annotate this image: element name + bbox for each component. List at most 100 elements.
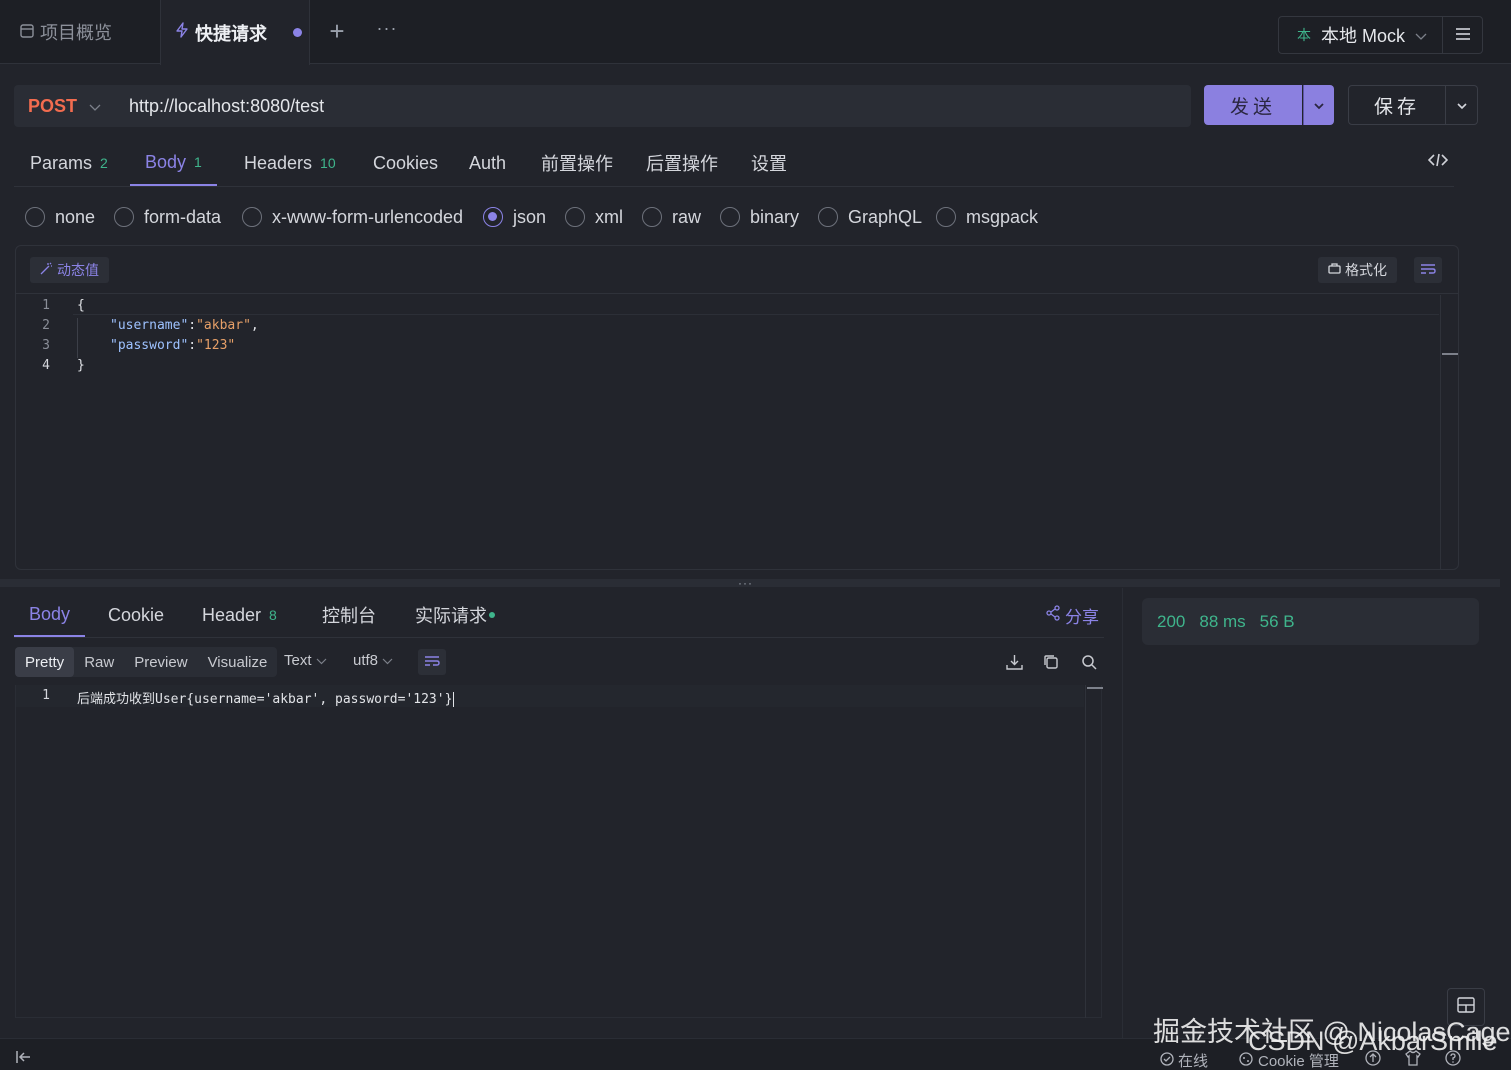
share-icon bbox=[1045, 605, 1061, 626]
tab-post-actions[interactable]: 后置操作 bbox=[646, 140, 718, 186]
tab-pre-actions[interactable]: 前置操作 bbox=[541, 140, 613, 186]
radio-binary[interactable]: binary bbox=[720, 204, 799, 230]
radio-json[interactable]: json bbox=[483, 204, 546, 230]
tab-resp-body[interactable]: Body bbox=[14, 593, 86, 637]
divider bbox=[1122, 588, 1123, 1038]
json-colon: : bbox=[188, 318, 197, 333]
view-visualize[interactable]: Visualize bbox=[198, 647, 278, 677]
radio-none[interactable]: none bbox=[25, 204, 95, 230]
radio-msgpack[interactable]: msgpack bbox=[936, 204, 1038, 230]
radio-label: form-data bbox=[144, 206, 222, 227]
word-wrap-button[interactable] bbox=[418, 649, 446, 675]
tab-project-overview[interactable]: 项目概览 bbox=[0, 0, 158, 64]
tab-auth[interactable]: Auth bbox=[469, 140, 506, 186]
tab-body[interactable]: Body 1 bbox=[130, 140, 217, 186]
tab-label: Body bbox=[29, 603, 71, 624]
tab-quick-request[interactable]: 快捷请求 bbox=[160, 0, 310, 65]
tab-count: 2 bbox=[100, 155, 108, 171]
code-line-4: } bbox=[77, 358, 85, 373]
format-button[interactable]: 格式化 bbox=[1318, 257, 1397, 283]
tab-count: 10 bbox=[320, 155, 336, 171]
tab-label: Auth bbox=[469, 152, 507, 173]
more-tabs-button[interactable]: ··· bbox=[372, 18, 402, 46]
format-label: 格式化 bbox=[1345, 262, 1387, 278]
view-preview[interactable]: Preview bbox=[124, 647, 197, 677]
save-button[interactable]: 保存 bbox=[1348, 85, 1446, 125]
tab-resp-header[interactable]: Header 8 bbox=[202, 593, 277, 637]
chevron-down-icon bbox=[382, 652, 393, 669]
online-label: 在线 bbox=[1178, 1053, 1209, 1070]
wrap-icon bbox=[1420, 260, 1436, 280]
dynamic-value-label: 动态值 bbox=[57, 262, 99, 278]
scroll-thumb[interactable] bbox=[1442, 353, 1458, 355]
scroll-thumb[interactable] bbox=[1087, 687, 1103, 689]
tab-actual-request[interactable]: 实际请求 bbox=[415, 593, 495, 637]
format-select[interactable]: Text bbox=[284, 652, 327, 669]
tab-headers[interactable]: Headers 10 bbox=[244, 140, 336, 186]
environment-select[interactable]: 本 本地 Mock bbox=[1278, 16, 1443, 54]
radio-form-data[interactable]: form-data bbox=[114, 204, 221, 230]
status-dot bbox=[489, 612, 495, 618]
response-time: 88 ms bbox=[1199, 611, 1246, 631]
send-options-button[interactable] bbox=[1303, 85, 1334, 125]
radio-xml[interactable]: xml bbox=[565, 204, 623, 230]
copy-icon[interactable] bbox=[1041, 652, 1061, 672]
text-cursor bbox=[453, 692, 455, 707]
lightning-icon bbox=[175, 22, 189, 43]
response-scrollbar[interactable] bbox=[1085, 685, 1103, 1018]
radio-circle-icon bbox=[242, 207, 262, 227]
share-label: 分享 bbox=[1065, 608, 1099, 627]
tab-label: 设置 bbox=[751, 154, 787, 174]
check-circle-icon bbox=[1160, 1051, 1174, 1070]
json-value: "akbar" bbox=[196, 318, 251, 333]
radio-circle-icon bbox=[565, 207, 585, 227]
view-pretty[interactable]: Pretty bbox=[15, 647, 75, 677]
radio-graphql[interactable]: GraphQL bbox=[818, 204, 922, 230]
tab-cookies[interactable]: Cookies bbox=[373, 140, 438, 186]
dynamic-value-button[interactable]: 动态值 bbox=[30, 257, 109, 283]
line-number: 1 bbox=[42, 298, 50, 313]
tab-settings[interactable]: 设置 bbox=[751, 140, 787, 186]
tab-console[interactable]: 控制台 bbox=[322, 593, 376, 637]
share-button[interactable]: 分享 bbox=[1045, 603, 1099, 628]
radio-raw[interactable]: raw bbox=[642, 204, 701, 230]
format-select-label: Text bbox=[284, 652, 312, 669]
response-content: 后端成功收到User{username='akbar', password='1… bbox=[77, 692, 453, 707]
encoding-select[interactable]: utf8 bbox=[353, 652, 393, 669]
tab-label: 后置操作 bbox=[646, 154, 718, 174]
line-number: 2 bbox=[42, 318, 50, 333]
download-icon[interactable] bbox=[1004, 652, 1024, 672]
send-button[interactable]: 发送 bbox=[1204, 85, 1302, 125]
search-icon[interactable] bbox=[1079, 652, 1099, 672]
method-select[interactable]: POST bbox=[14, 96, 114, 117]
response-body-viewer[interactable]: 1 后端成功收到User{username='akbar', password=… bbox=[15, 685, 1103, 1018]
status-code: 200 bbox=[1157, 611, 1186, 631]
chevron-down-icon bbox=[1415, 25, 1427, 46]
editor-scrollbar[interactable] bbox=[1440, 295, 1458, 570]
json-comma: , bbox=[250, 318, 259, 333]
word-wrap-button[interactable] bbox=[1414, 257, 1442, 283]
body-editor[interactable]: 动态值 格式化 1 2 3 4 { "username":"akbar", "p… bbox=[15, 245, 1459, 570]
tab-count: 8 bbox=[269, 607, 277, 623]
url-input[interactable] bbox=[129, 95, 1129, 117]
drag-handle-icon[interactable]: ··· bbox=[738, 576, 753, 590]
indent-guide bbox=[77, 318, 78, 358]
tab-resp-cookie[interactable]: Cookie bbox=[108, 593, 164, 637]
menu-button[interactable] bbox=[1443, 16, 1483, 54]
radio-circle-icon bbox=[818, 207, 838, 227]
add-tab-button[interactable]: + bbox=[322, 18, 352, 46]
response-tabs: Body Cookie Header 8 控制台 实际请求 bbox=[14, 593, 1104, 638]
radio-label: json bbox=[513, 206, 547, 227]
response-size: 56 B bbox=[1259, 611, 1295, 631]
radio-label: none bbox=[55, 206, 96, 227]
tab-params[interactable]: Params 2 bbox=[30, 140, 108, 186]
online-status[interactable]: 在线 bbox=[1160, 1050, 1208, 1070]
collapse-sidebar-icon[interactable] bbox=[16, 1050, 32, 1068]
response-status: 200 88 ms 56 B bbox=[1142, 598, 1479, 645]
radio-urlencoded[interactable]: x-www-form-urlencoded bbox=[242, 204, 463, 230]
view-raw[interactable]: Raw bbox=[74, 647, 124, 677]
code-view-icon[interactable] bbox=[1427, 152, 1449, 173]
radio-circle-icon bbox=[25, 207, 45, 227]
top-tab-bar: 项目概览 快捷请求 + ··· 本 本地 Mock bbox=[0, 0, 1511, 65]
save-options-button[interactable] bbox=[1446, 85, 1478, 125]
